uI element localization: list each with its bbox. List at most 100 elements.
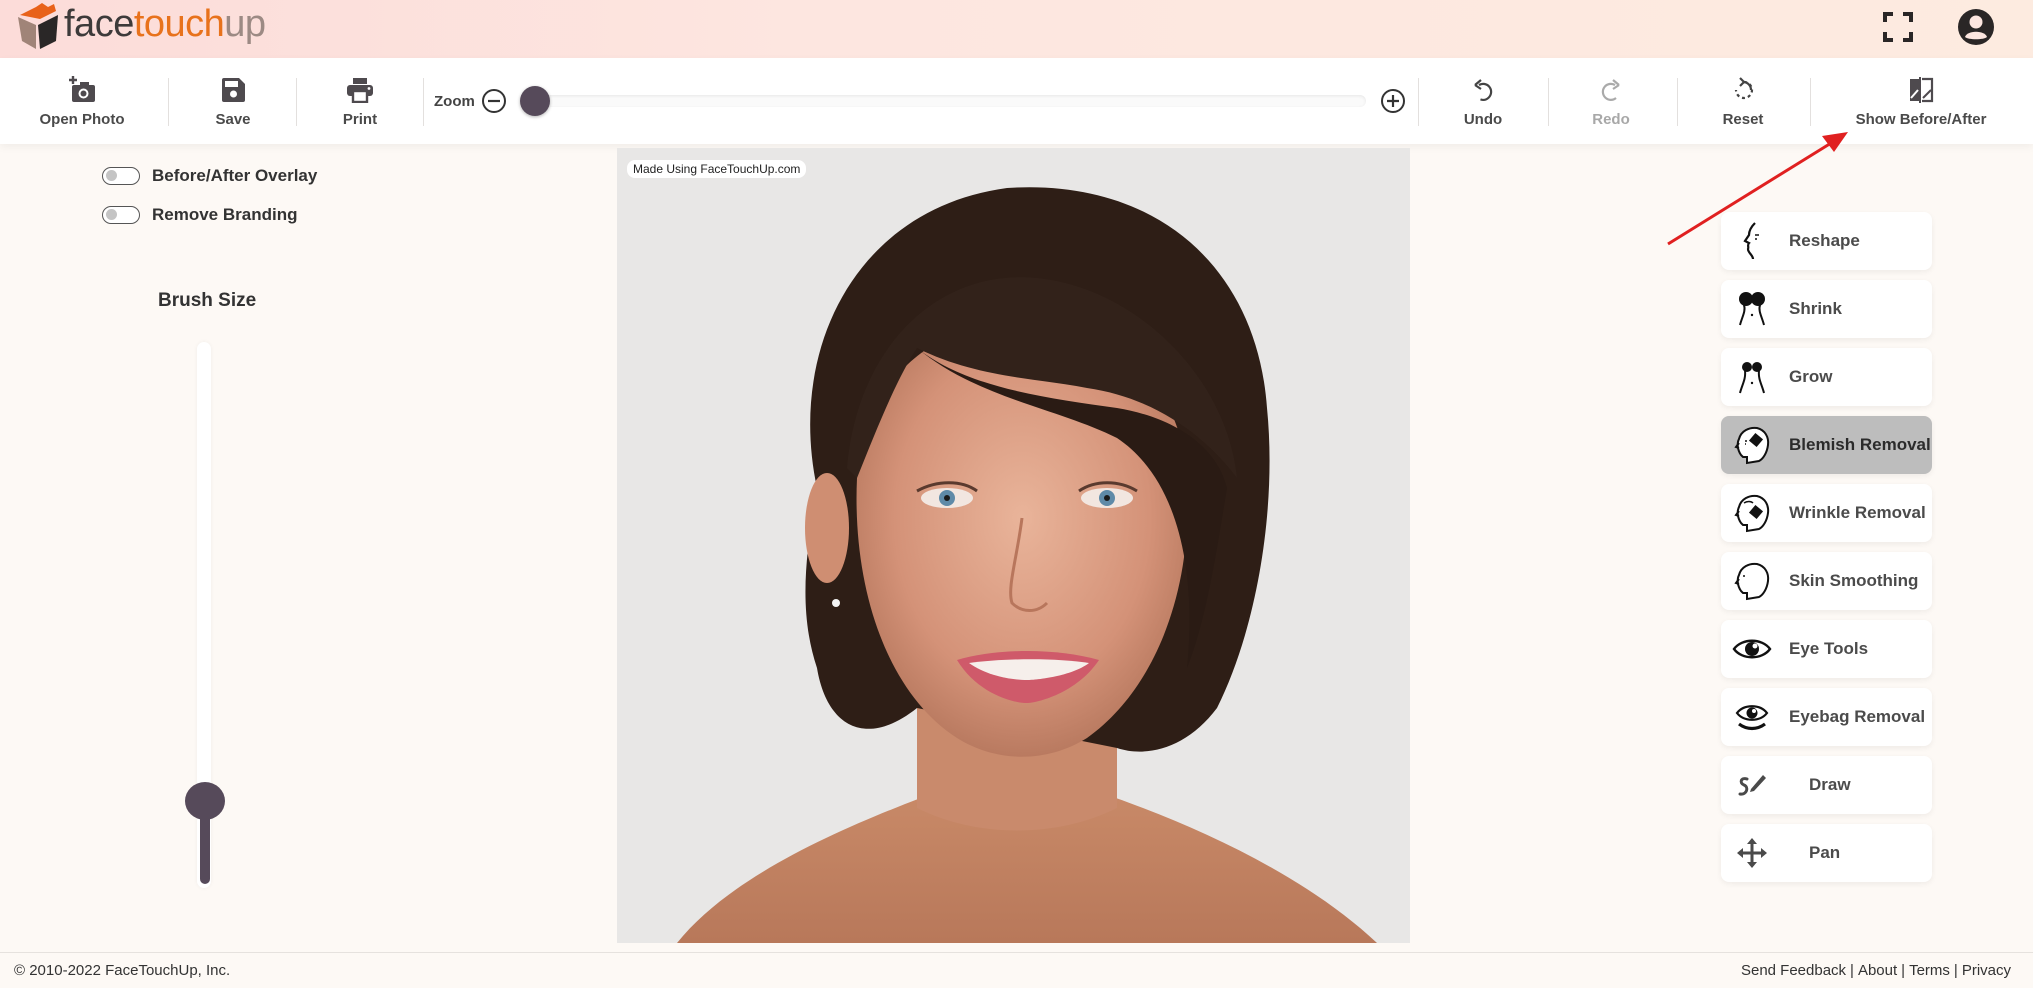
- fullscreen-icon: [1883, 12, 1913, 42]
- tool-pan[interactable]: Pan: [1721, 824, 1932, 882]
- zoom-in-button[interactable]: [1380, 88, 1406, 114]
- printer-icon: [347, 77, 373, 103]
- link-separator: |: [1901, 962, 1906, 979]
- tool-list: Reshape Shrink Grow Blemish Removal Wrin…: [1721, 212, 1932, 892]
- brush-size-slider-thumb[interactable]: [185, 781, 225, 820]
- toolbar: Open Photo Save Print Zoom Undo Redo Res…: [0, 58, 2033, 144]
- tool-draw[interactable]: Draw: [1721, 756, 1932, 814]
- reset-button[interactable]: Reset: [1718, 58, 1768, 144]
- tool-label: Eye Tools: [1789, 639, 1869, 658]
- zoom-label: Zoom: [434, 92, 475, 110]
- tool-skin-smoothing[interactable]: Skin Smoothing: [1721, 552, 1932, 610]
- tool-reshape[interactable]: Reshape: [1721, 212, 1932, 270]
- reset-label: Reset: [1722, 110, 1764, 128]
- draw-icon: [1729, 762, 1775, 808]
- eyebag-icon: [1729, 694, 1775, 740]
- link-separator: |: [1953, 962, 1958, 979]
- tool-eyebag-removal[interactable]: Eyebag Removal: [1721, 688, 1932, 746]
- tool-label: Reshape: [1789, 231, 1860, 250]
- pan-arrows-icon: [1729, 830, 1775, 876]
- zoom-slider-track[interactable]: [520, 95, 1366, 107]
- photo-canvas[interactable]: Made Using FaceTouchUp.com: [617, 148, 1410, 943]
- toolbar-divider: [296, 78, 297, 126]
- eye-icon: [1729, 626, 1775, 672]
- wrinkle-removal-icon: [1729, 490, 1775, 536]
- zoom-out-circle-minus-icon: [481, 89, 506, 113]
- save-label: Save: [215, 110, 251, 128]
- zoom-control: Zoom: [434, 58, 507, 144]
- toggle-label: Before/After Overlay: [152, 166, 318, 185]
- open-photo-button[interactable]: Open Photo: [30, 58, 134, 144]
- undo-label: Undo: [1463, 110, 1503, 128]
- tool-label: Grow: [1789, 367, 1833, 386]
- tool-label: Wrinkle Removal: [1789, 503, 1926, 522]
- tool-label: Draw: [1809, 775, 1851, 794]
- logo-text-up: up: [224, 2, 266, 45]
- top-header: facetouchup: [0, 0, 2033, 58]
- remove-branding-toggle[interactable]: Remove Branding: [102, 205, 297, 225]
- add-photo-icon: [69, 75, 95, 102]
- redo-button[interactable]: Redo: [1586, 58, 1636, 144]
- logo-cube-icon: [18, 3, 58, 49]
- toolbar-divider: [1548, 78, 1549, 126]
- toggle-switch[interactable]: [102, 167, 140, 185]
- print-button[interactable]: Print: [334, 58, 386, 144]
- send-feedback-link[interactable]: Send Feedback: [1741, 962, 1846, 979]
- show-before-after-button[interactable]: Show Before/After: [1850, 58, 1992, 144]
- tool-label: Shrink: [1789, 299, 1842, 318]
- footer: © 2010-2022 FaceTouchUp, Inc. Send Feedb…: [0, 952, 2033, 988]
- portrait-photo: [617, 148, 1410, 943]
- tool-grow[interactable]: Grow: [1721, 348, 1932, 406]
- grow-icon: [1729, 354, 1775, 400]
- tool-label: Skin Smoothing: [1789, 571, 1919, 590]
- tool-label: Pan: [1809, 843, 1841, 862]
- skin-smoothing-icon: [1729, 558, 1775, 604]
- reset-icon: [1734, 76, 1754, 99]
- about-link[interactable]: About: [1858, 962, 1897, 979]
- toolbar-divider: [1418, 78, 1419, 126]
- terms-link[interactable]: Terms: [1909, 962, 1950, 979]
- toggle-switch[interactable]: [102, 206, 140, 224]
- shrink-icon: [1729, 286, 1775, 332]
- before-after-overlay-toggle[interactable]: Before/After Overlay: [102, 166, 317, 186]
- zoom-slider-thumb[interactable]: [520, 86, 550, 116]
- logo-text-touch: touch: [133, 2, 225, 45]
- show-before-after-label: Show Before/After: [1855, 110, 1987, 128]
- toggle-label: Remove Branding: [152, 205, 298, 224]
- tool-shrink[interactable]: Shrink: [1721, 280, 1932, 338]
- redo-label: Redo: [1592, 110, 1630, 128]
- watermark-label: Made Using FaceTouchUp.com: [627, 160, 807, 178]
- toolbar-divider: [168, 78, 169, 126]
- compare-icon: [1910, 76, 1934, 103]
- save-button[interactable]: Save: [206, 58, 260, 144]
- open-photo-label: Open Photo: [39, 110, 125, 128]
- print-label: Print: [342, 110, 378, 128]
- tool-label: Eyebag Removal: [1789, 707, 1926, 726]
- toolbar-divider: [1677, 78, 1678, 126]
- zoom-in-circle-plus-icon: [1381, 89, 1405, 113]
- privacy-link[interactable]: Privacy: [1962, 962, 2011, 979]
- toolbar-divider: [1810, 78, 1811, 126]
- fullscreen-button[interactable]: [1878, 7, 1918, 47]
- brush-size-label: Brush Size: [158, 290, 257, 311]
- logo-wordmark: facetouchup: [64, 3, 266, 46]
- toolbar-divider: [423, 78, 424, 126]
- facetouchup-logo[interactable]: facetouchup: [14, 0, 266, 52]
- undo-icon: [1474, 78, 1493, 101]
- account-button[interactable]: [1956, 7, 1996, 47]
- link-separator: |: [1850, 962, 1854, 979]
- tool-wrinkle-removal[interactable]: Wrinkle Removal: [1721, 484, 1932, 542]
- tool-eye-tools[interactable]: Eye Tools: [1721, 620, 1932, 678]
- logo-text-face: face: [64, 2, 134, 45]
- blemish-removal-icon: [1729, 422, 1775, 468]
- undo-button[interactable]: Undo: [1458, 58, 1508, 144]
- reshape-profile-icon: [1729, 218, 1775, 264]
- tool-blemish-removal[interactable]: Blemish Removal: [1721, 416, 1932, 474]
- redo-icon: [1601, 78, 1620, 101]
- footer-links: Send Feedback | About | Terms | Privacy: [1741, 962, 2011, 979]
- tool-label: Blemish Removal: [1789, 435, 1931, 454]
- zoom-out-button[interactable]: [481, 88, 507, 114]
- save-floppy-icon: [222, 77, 245, 102]
- account-circle-icon: [1958, 9, 1994, 45]
- copyright-text: © 2010-2022 FaceTouchUp, Inc.: [14, 962, 231, 979]
